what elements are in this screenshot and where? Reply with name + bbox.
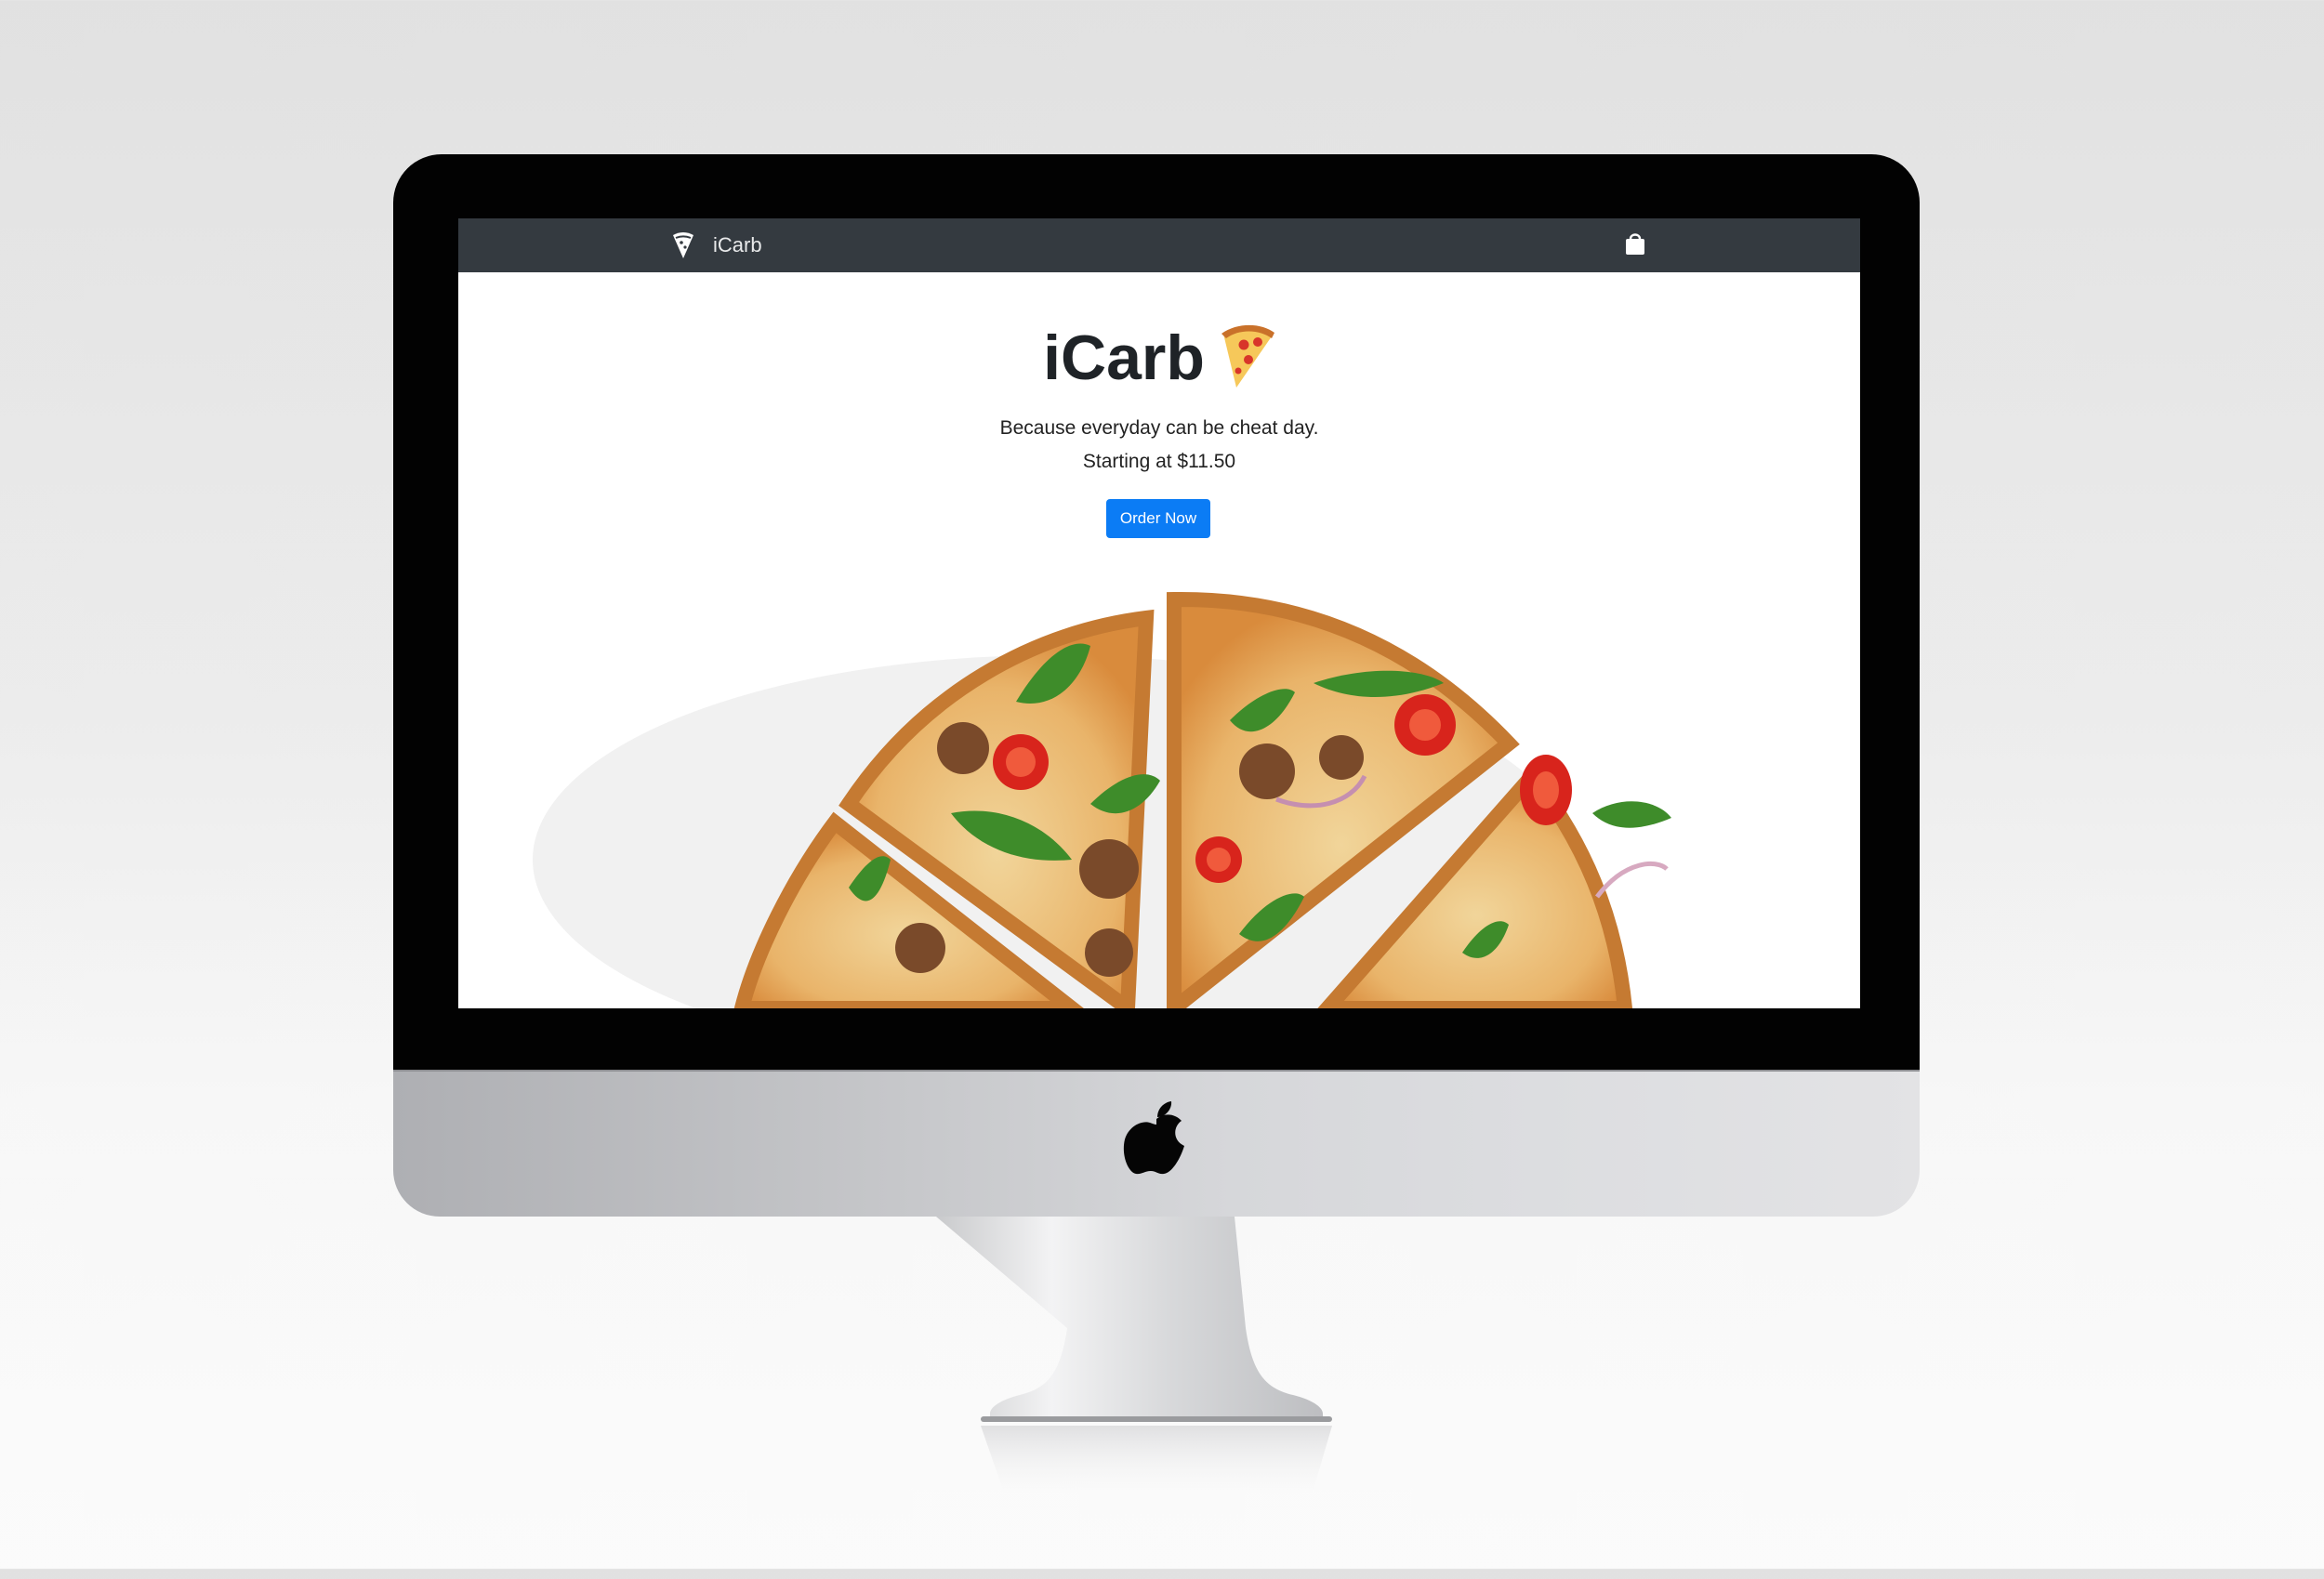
monitor-stand (936, 1217, 1332, 1495)
pizza-hero-image (533, 591, 1671, 1008)
apple-logo-icon (1123, 1101, 1184, 1175)
hero-tagline: Because everyday can be cheat day. (999, 417, 1319, 439)
order-now-button[interactable]: Order Now (1106, 499, 1210, 538)
pizza-slice-icon (673, 232, 693, 258)
hero-title-text: iCarb (1043, 322, 1205, 393)
pizza-emoji-icon (1221, 324, 1274, 388)
shopping-bag-icon[interactable] (1625, 231, 1645, 256)
navbar-brand[interactable]: iCarb (672, 218, 762, 272)
hero-price: Starting at $11.50 (1082, 451, 1236, 472)
top-navbar: iCarb (458, 218, 1860, 272)
hero-heading: iCarb (458, 321, 1860, 395)
browser-viewport: iCarb iCarb Because everyday can be chea… (458, 218, 1860, 1008)
brand-label: iCarb (713, 233, 762, 257)
